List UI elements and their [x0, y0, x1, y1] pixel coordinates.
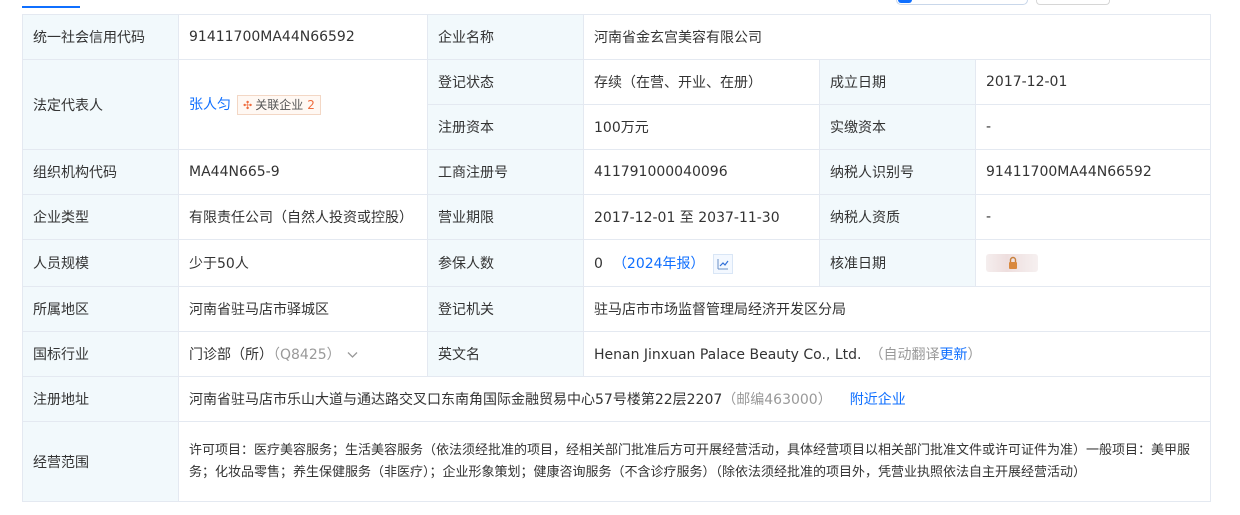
business-reg-no-label: 工商注册号	[427, 149, 584, 195]
industry-code: （Q8425）	[273, 347, 341, 363]
org-code-label: 组织机构代码	[22, 149, 179, 195]
table-row: 法定代表人 张人匀 ✣ 关联企业 2 登记状态 存续（在营、开业、在册） 成立日期 2…	[22, 59, 1211, 150]
related-companies-tag[interactable]: ✣ 关联企业 2	[237, 95, 321, 115]
insured-label: 参保人数	[427, 239, 584, 287]
industry-value: 门诊部（所）	[189, 347, 273, 363]
region-value: 河南省驻马店市驿城区	[178, 286, 428, 332]
credit-code-value: 91411700MA44N66592	[178, 14, 428, 60]
insured-cell: 0 （2024年报）	[583, 239, 820, 287]
address-cell: 河南省驻马店市乐山大道与通达路交叉口东南角国际金融贸易中心57号楼第22层220…	[178, 376, 1211, 422]
postcode: （邮编463000）	[722, 392, 832, 408]
active-tab-indicator	[22, 6, 80, 8]
business-term-label: 营业期限	[427, 194, 584, 240]
taxpayer-id-value: 91411700MA44N66592	[975, 149, 1211, 195]
business-info-table: 统一社会信用代码 91411700MA44N66592 企业名称 河南省金玄宫美…	[22, 14, 1211, 502]
company-type-value: 有限责任公司（自然人投资或控股）	[178, 194, 428, 240]
reg-capital-label: 注册资本	[427, 104, 584, 150]
trend-chart-icon[interactable]	[712, 253, 733, 274]
table-row: 国标行业 门诊部（所）（Q8425） 英文名 Henan Jinxuan Pal…	[22, 331, 1211, 377]
related-companies-count: 2	[307, 98, 315, 112]
paid-capital-value: -	[975, 104, 1211, 150]
annual-report-link[interactable]: （2024年报）	[613, 256, 705, 272]
address-label: 注册地址	[22, 376, 179, 422]
reg-status-label: 登记状态	[427, 59, 584, 105]
industry-cell[interactable]: 门诊部（所）（Q8425）	[178, 331, 428, 377]
region-label: 所属地区	[22, 286, 179, 332]
company-name-value: 河南省金玄宫美容有限公司	[583, 14, 1211, 60]
legal-rep-label: 法定代表人	[22, 59, 179, 150]
vip-locked-value[interactable]	[986, 254, 1038, 272]
table-row: 注册地址 河南省驻马店市乐山大道与通达路交叉口东南角国际金融贸易中心57号楼第2…	[22, 376, 1211, 422]
insured-count: 0	[594, 255, 603, 272]
taxpayer-qual-label: 纳税人资质	[819, 194, 976, 240]
staff-size-label: 人员规模	[22, 239, 179, 287]
table-row: 组织机构代码 MA44N665-9 工商注册号 411791000040096 …	[22, 149, 1211, 195]
toggle-knob	[898, 0, 912, 3]
reg-status-value: 存续（在营、开业、在册）	[583, 59, 820, 105]
scope-value: 许可项目：医疗美容服务；生活美容服务（依法须经批准的项目，经相关部门批准后方可开…	[178, 421, 1211, 502]
english-name-label: 英文名	[427, 331, 584, 377]
related-companies-label: 关联企业	[255, 98, 304, 112]
english-name-value: Henan Jinxuan Palace Beauty Co., Ltd.	[594, 347, 862, 363]
top-toolbar-strip	[0, 0, 1240, 14]
company-name-label: 企业名称	[427, 14, 584, 60]
paid-capital-label: 实缴资本	[819, 104, 976, 150]
industry-label: 国标行业	[22, 331, 179, 377]
reg-authority-value: 驻马店市市场监督管理局经济开发区分局	[583, 286, 1211, 332]
table-row: 企业类型 有限责任公司（自然人投资或控股） 营业期限 2017-12-01 至 …	[22, 194, 1211, 240]
approval-date-label: 核准日期	[819, 239, 976, 287]
update-translation-link[interactable]: 更新	[939, 347, 967, 363]
table-row: 所属地区 河南省驻马店市驿城区 登记机关 驻马店市市场监督管理局经济开发区分局	[22, 286, 1211, 332]
table-row: 人员规模 少于50人 参保人数 0 （2024年报） 核准日期	[22, 239, 1211, 287]
nearby-companies-link[interactable]: 附近企业	[850, 392, 906, 408]
toolbar-button[interactable]	[1036, 0, 1110, 5]
lock-icon	[1009, 256, 1017, 269]
table-row: 经营范围 许可项目：医疗美容服务；生活美容服务（依法须经批准的项目，经相关部门批…	[22, 421, 1211, 502]
taxpayer-qual-value: -	[975, 194, 1211, 240]
chevron-down-icon[interactable]	[347, 347, 358, 363]
taxpayer-id-label: 纳税人识别号	[819, 149, 976, 195]
credit-code-label: 统一社会信用代码	[22, 14, 179, 60]
reg-authority-label: 登记机关	[427, 286, 584, 332]
company-type-label: 企业类型	[22, 194, 179, 240]
business-reg-no-value: 411791000040096	[583, 149, 820, 195]
legal-rep-cell: 张人匀 ✣ 关联企业 2	[178, 59, 428, 150]
staff-size-value: 少于50人	[178, 239, 428, 287]
scope-label: 经营范围	[22, 421, 179, 502]
address-value: 河南省驻马店市乐山大道与通达路交叉口东南角国际金融贸易中心57号楼第22层220…	[189, 392, 723, 408]
founded-label: 成立日期	[819, 59, 976, 105]
legal-rep-name-link[interactable]: 张人匀	[189, 97, 231, 113]
toggle-switch[interactable]	[896, 0, 1028, 5]
business-term-value: 2017-12-01 至 2037-11-30	[583, 194, 820, 240]
table-row: 统一社会信用代码 91411700MA44N66592 企业名称 河南省金玄宫美…	[22, 14, 1211, 60]
network-icon: ✣	[243, 99, 253, 112]
reg-capital-value: 100万元	[583, 104, 820, 150]
founded-value: 2017-12-01	[975, 59, 1211, 105]
english-name-cell: Henan Jinxuan Palace Beauty Co., Ltd. （自动…	[583, 331, 1211, 377]
org-code-value: MA44N665-9	[178, 149, 428, 195]
auto-translate-note-end: ）	[967, 347, 982, 363]
approval-date-cell	[975, 239, 1211, 287]
auto-translate-note: （自动翻译	[869, 347, 940, 363]
